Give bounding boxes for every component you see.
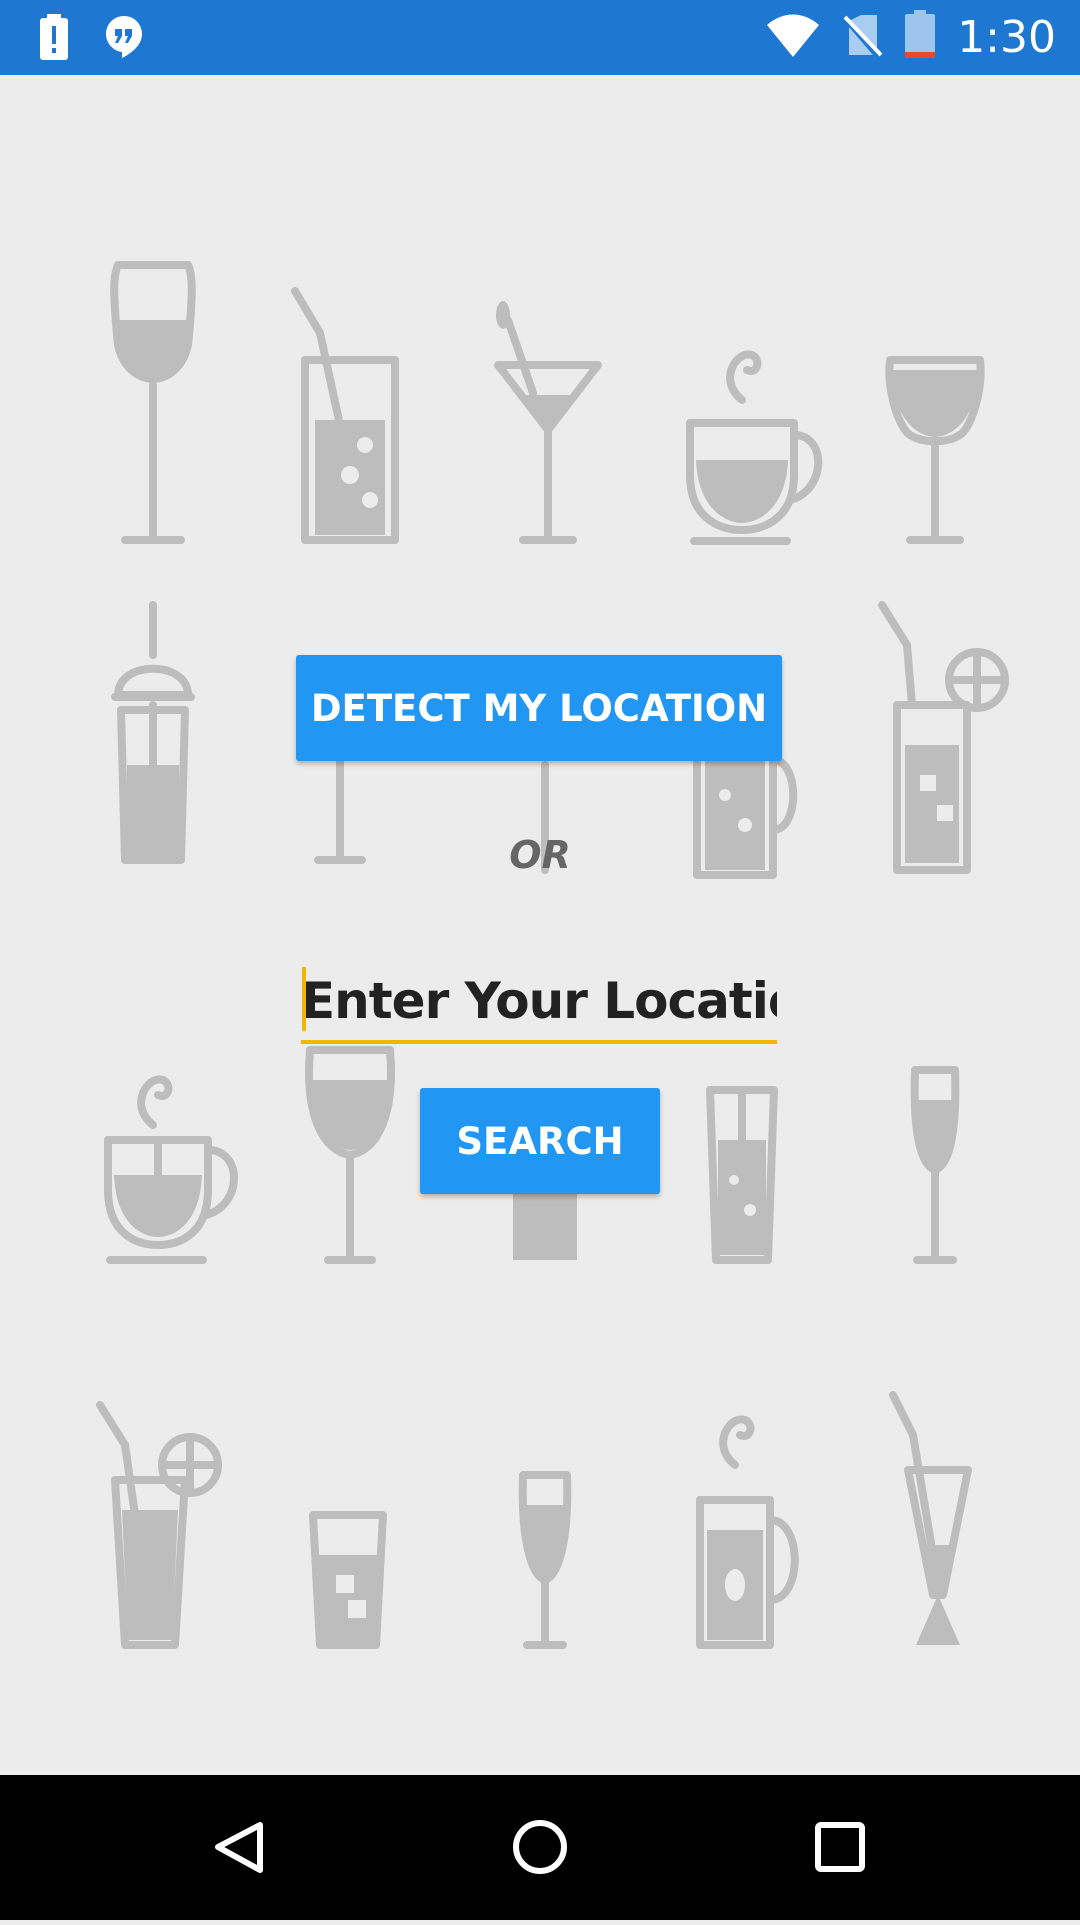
detect-my-location-button[interactable]: DETECT MY LOCATION <box>296 655 782 761</box>
soda-glass-icon <box>706 1086 778 1264</box>
navigation-bar <box>0 1775 1080 1920</box>
coffee-cup-icon <box>686 350 823 545</box>
frappe-cup-icon <box>111 601 195 864</box>
hangouts-icon <box>104 14 144 67</box>
wine-glass-icon <box>885 356 985 544</box>
wine-glass-icon <box>305 1046 395 1264</box>
lemonade-icon <box>96 1401 222 1649</box>
status-bar: 1:30 <box>0 0 1080 75</box>
or-separator: OR <box>509 833 571 877</box>
iced-tumbler-icon <box>513 1185 577 1260</box>
back-icon[interactable] <box>215 1822 263 1873</box>
tea-cup-icon <box>104 1075 238 1264</box>
wine-glass-icon <box>110 261 196 544</box>
location-input[interactable] <box>301 962 777 1044</box>
search-button[interactable]: SEARCH <box>420 1088 660 1194</box>
status-time: 1:30 <box>957 12 1056 63</box>
battery-low-icon <box>905 10 936 65</box>
battery-alert-icon <box>38 14 70 67</box>
iced-tumbler-icon <box>309 1511 387 1649</box>
no-sim-icon <box>843 13 883 62</box>
martini-glass-icon <box>494 301 602 544</box>
wifi-icon <box>765 13 821 62</box>
recents-icon[interactable] <box>815 1822 865 1872</box>
home-icon[interactable] <box>513 1820 567 1874</box>
coffee-mug-icon <box>696 1415 799 1649</box>
iced-drink-icon <box>291 287 399 544</box>
text-cursor <box>302 967 306 1031</box>
location-screen: DETECT MY LOCATION OR SEARCH <box>0 75 1080 1775</box>
cocktail-glass-icon <box>889 1391 972 1645</box>
lemonade-icon <box>878 601 1009 874</box>
champagne-flute-icon <box>518 1471 572 1649</box>
drinks-background-pattern <box>96 261 1009 1649</box>
champagne-flute-icon <box>910 1066 960 1264</box>
